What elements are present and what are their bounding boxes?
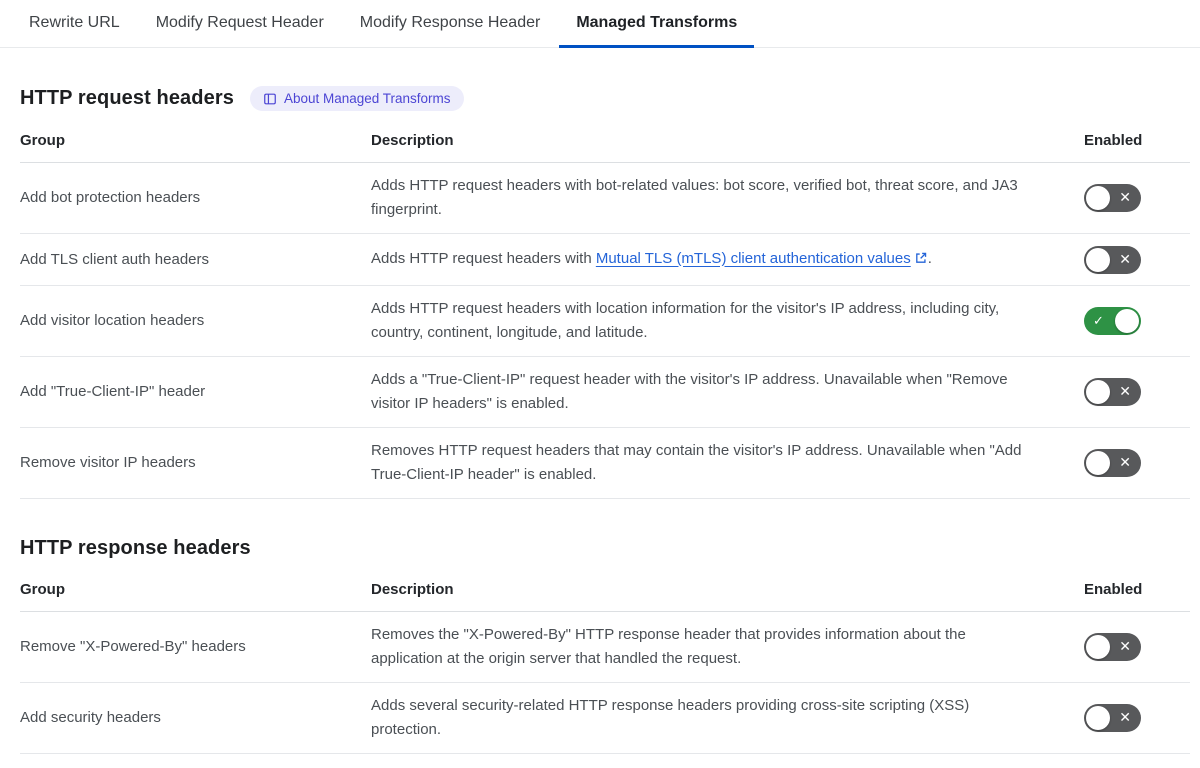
toggle-knob [1086,635,1110,659]
toggle-add-visitor-location-headers[interactable]: ✓ ✕ [1084,307,1141,335]
book-icon [263,92,277,106]
description-cell: Adds HTTP request headers with bot-relat… [371,177,1018,218]
column-header-group: Group [20,132,65,149]
toggle-remove-x-powered-by-headers[interactable]: ✓ ✕ [1084,633,1141,661]
group-cell: Add bot protection headers [20,189,201,206]
column-header-enabled: Enabled [1084,581,1143,598]
x-icon: ✕ [1119,250,1131,267]
request-headers-table: Group Description Enabled Add bot protec… [20,121,1190,499]
table-row: Add TLS client auth headers Adds HTTP re… [20,234,1190,286]
table-row: Add visitor location headers Adds HTTP r… [20,286,1190,357]
toggle-add-true-client-ip-header[interactable]: ✓ ✕ [1084,378,1141,406]
toggle-knob [1115,309,1139,333]
toggle-add-security-headers[interactable]: ✓ ✕ [1084,704,1141,732]
column-header-description: Description [371,132,454,149]
table-row: Remove "X-Powered-By" headers Removes th… [20,612,1190,683]
x-icon: ✕ [1119,638,1131,654]
managed-transforms-page: HTTP request headers About Managed Trans… [0,86,1200,768]
check-icon: ✓ [1093,313,1104,328]
table-header-row: Group Description Enabled [20,121,1190,163]
table-row: Add bot protection headers Adds HTTP req… [20,163,1190,234]
tab-modify-response-header[interactable]: Modify Response Header [343,0,558,48]
tab-modify-request-header[interactable]: Modify Request Header [139,0,341,48]
mtls-authentication-link[interactable]: Mutual TLS (mTLS) client authentication … [596,250,911,267]
group-cell: Add visitor location headers [20,312,205,329]
toggle-add-bot-protection-headers[interactable]: ✓ ✕ [1084,184,1141,212]
table-row: Add security headers Adds several securi… [20,683,1190,754]
x-icon: ✕ [1119,709,1131,725]
description-text: . [927,249,932,267]
tab-managed-transforms[interactable]: Managed Transforms [559,0,755,48]
group-cell: Remove "X-Powered-By" headers [20,638,246,655]
description-cell: Adds several security-related HTTP respo… [371,697,970,738]
toggle-remove-visitor-ip-headers[interactable]: ✓ ✕ [1084,449,1141,477]
toggle-knob [1086,706,1110,730]
column-header-description: Description [371,581,454,598]
description-cell: Adds HTTP request headers with location … [371,300,1000,341]
description-cell: Removes HTTP request headers that may co… [371,442,1022,483]
table-row: Remove visitor IP headers Removes HTTP r… [20,428,1190,499]
toggle-knob [1086,451,1110,475]
toggle-knob [1086,380,1110,404]
tab-rewrite-url[interactable]: Rewrite URL [12,0,137,48]
description-cell: Adds HTTP request headers with Mutual TL… [371,236,1064,284]
group-cell: Add security headers [20,709,161,726]
request-headers-section-head: HTTP request headers About Managed Trans… [20,86,1190,111]
column-header-group: Group [20,581,65,598]
external-link-icon [914,249,928,273]
response-headers-table: Group Description Enabled Remove "X-Powe… [20,570,1190,754]
transform-rules-tabbar: Rewrite URL Modify Request Header Modify… [0,0,1200,48]
response-headers-title: HTTP response headers [20,537,251,559]
toggle-knob [1086,186,1110,210]
about-managed-transforms-link[interactable]: About Managed Transforms [249,86,464,111]
toggle-knob [1086,247,1110,272]
x-icon: ✕ [1119,383,1131,399]
toggle-add-tls-client-auth-headers[interactable]: ✓ ✕ [1084,245,1141,274]
column-header-enabled: Enabled [1084,132,1143,149]
bottom-spacer [20,754,1190,768]
request-headers-title: HTTP request headers [20,87,234,109]
x-icon: ✕ [1119,189,1131,205]
x-icon: ✕ [1119,454,1131,470]
table-row: Add "True-Client-IP" header Adds a "True… [20,357,1190,428]
response-headers-section-head: HTTP response headers [20,537,1190,560]
description-cell: Removes the "X-Powered-By" HTTP response… [371,626,966,667]
description-text: Adds HTTP request headers with [371,249,596,267]
description-cell: Adds a "True-Client-IP" request header w… [371,371,1008,412]
badge-label: About Managed Transforms [283,91,451,106]
group-cell: Add TLS client auth headers [20,250,210,268]
group-cell: Remove visitor IP headers [20,454,196,471]
group-cell: Add "True-Client-IP" header [20,383,206,400]
table-header-row: Group Description Enabled [20,570,1190,612]
